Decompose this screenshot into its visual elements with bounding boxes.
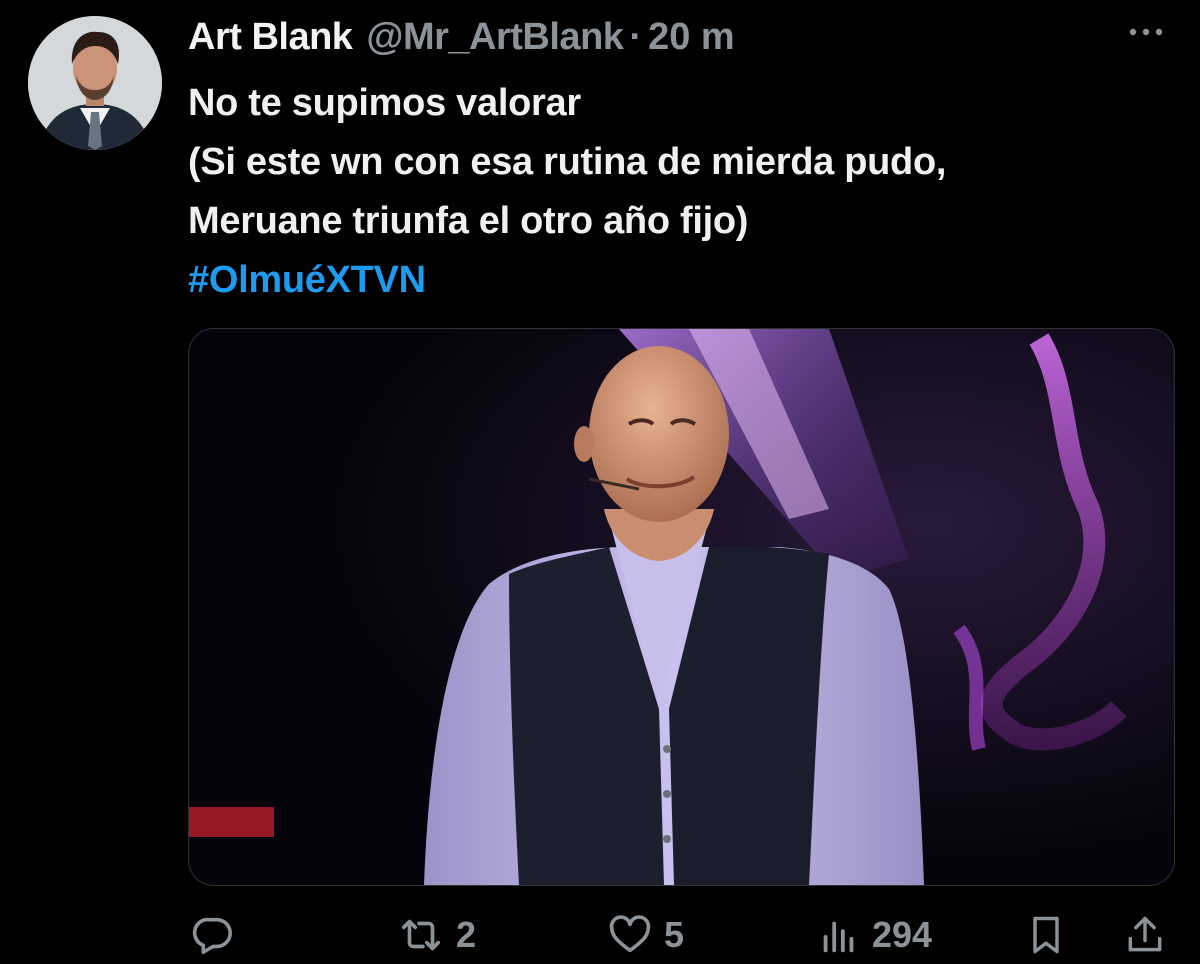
hashtag-link[interactable]: #OlmuéXTVN [188, 259, 426, 301]
views-icon [823, 921, 854, 953]
reply-button[interactable] [188, 906, 244, 964]
author-name[interactable]: Art Blank [188, 16, 353, 59]
reply-icon [192, 917, 232, 955]
retweet-icon [401, 919, 441, 951]
retweet-count: 2 [456, 914, 477, 955]
tweet-text-line: No te supimos valorar [188, 82, 581, 124]
bookmark-button[interactable] [1024, 906, 1068, 964]
like-button[interactable]: 5 [606, 906, 684, 964]
author-handle[interactable]: @Mr_ArtBlank [366, 16, 624, 59]
tweet-text: No te supimos valorar (Si este wn con es… [188, 74, 1178, 310]
views-count: 294 [872, 914, 933, 955]
like-icon [609, 915, 651, 953]
like-count: 5 [664, 914, 685, 955]
action-bar: 2 5 294 [188, 906, 1173, 964]
separator-dot: · [629, 15, 643, 58]
retweet-button[interactable]: 2 [396, 906, 476, 964]
bookmark-icon [1033, 916, 1059, 954]
timestamp[interactable]: 20 m [648, 16, 735, 59]
tweet-text-line: (Si este wn con esa rutina de mierda pud… [188, 141, 947, 183]
photo-image [189, 329, 1174, 885]
more-icon [1129, 28, 1163, 36]
tweet-header: Art Blank @Mr_ArtBlank · 20 m [188, 12, 735, 62]
avatar-image [28, 16, 162, 150]
share-icon [1128, 916, 1162, 952]
tweet-text-line: Meruane triunfa el otro año fijo) [188, 200, 749, 242]
avatar[interactable] [28, 16, 162, 150]
views-button[interactable]: 294 [816, 906, 932, 964]
tweet-photo[interactable] [188, 328, 1175, 886]
share-button[interactable] [1123, 906, 1167, 964]
more-button[interactable] [1126, 22, 1166, 42]
